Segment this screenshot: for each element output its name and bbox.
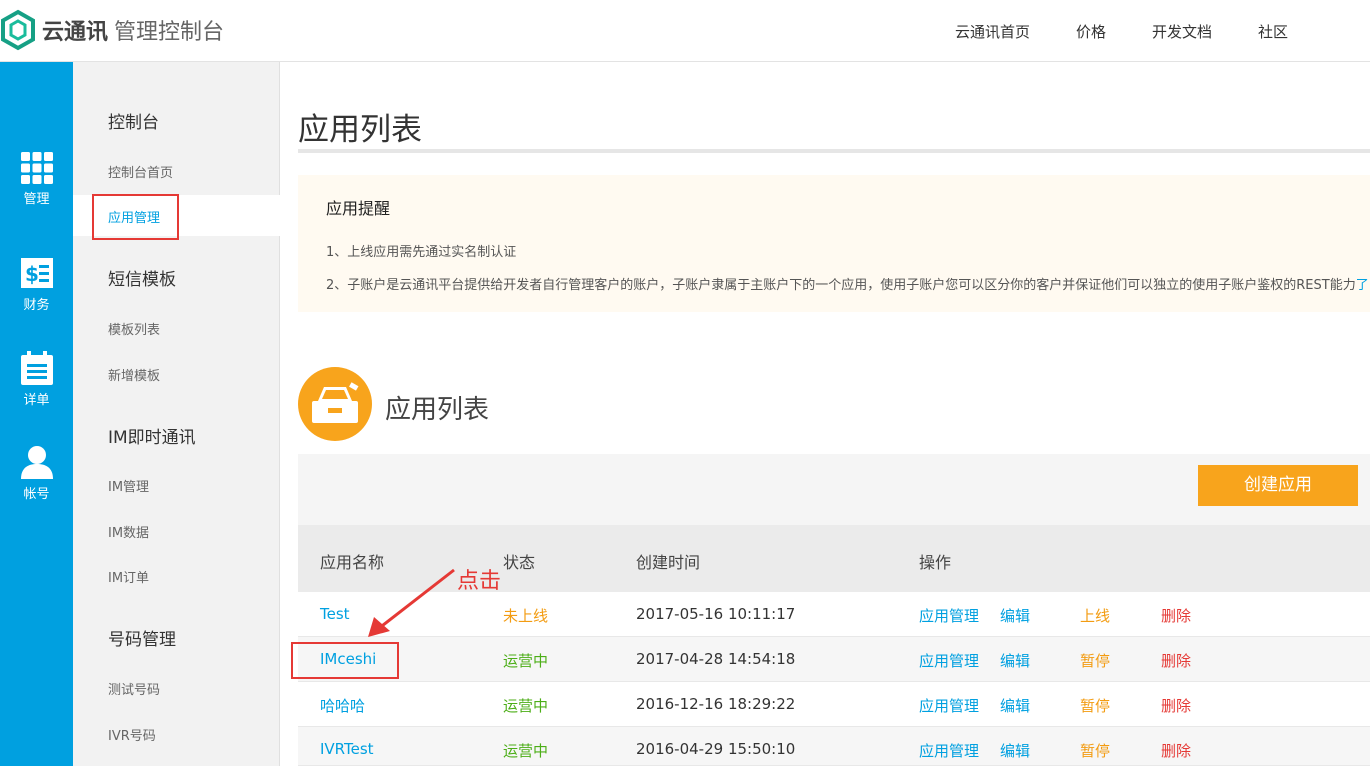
iconbar-item-detail[interactable]: 详单	[0, 351, 73, 437]
iconbar-label: 帐号	[23, 487, 50, 502]
iconbar-item-manage[interactable]: 管理	[0, 152, 73, 238]
app-manage-link[interactable]: 应用管理	[919, 740, 979, 761]
page-title: 应用列表	[298, 112, 422, 148]
grid-icon	[20, 152, 53, 184]
calendar-list-icon	[20, 351, 53, 385]
delete-link[interactable]: 删除	[1161, 650, 1191, 671]
hexagon-logo-icon	[1, 9, 35, 51]
table-row: IVRTest 运营中 2016-04-29 15:50:10 应用管理 编辑 …	[298, 727, 1370, 766]
app-list-icon	[298, 367, 372, 441]
iconbar-label: 详单	[23, 393, 50, 408]
delete-link[interactable]: 删除	[1161, 740, 1191, 761]
app-name-link[interactable]: 哈哈哈	[320, 695, 365, 716]
edit-link[interactable]: 编辑	[1000, 740, 1030, 761]
column-header-created: 创建时间	[636, 553, 701, 572]
sidebar-item-console-home[interactable]: 控制台首页	[108, 162, 173, 181]
app-manage-link[interactable]: 应用管理	[919, 605, 979, 626]
title-divider	[298, 149, 1370, 153]
delete-link[interactable]: 删除	[1161, 605, 1191, 626]
table-row: IMceshi 运营中 2017-04-28 14:54:18 应用管理 编辑 …	[298, 637, 1370, 682]
nav-pricing-link[interactable]: 价格	[1076, 21, 1106, 42]
sidebar-item-test-number[interactable]: 测试号码	[108, 679, 160, 698]
app-manage-link[interactable]: 应用管理	[919, 650, 979, 671]
app-manage-link[interactable]: 应用管理	[919, 695, 979, 716]
notice-line-2-text: 2、子账户是云通讯平台提供给开发者自行管理客户的账户，子账户隶属于主账户下的一个…	[326, 278, 1356, 293]
column-header-actions: 操作	[919, 553, 952, 572]
table-row: 哈哈哈 运营中 2016-12-16 18:29:22 应用管理 编辑 暂停 删…	[298, 682, 1370, 727]
sidebar-item-ivr-number[interactable]: IVR号码	[108, 725, 156, 744]
sidebar-item-im-manage[interactable]: IM管理	[108, 476, 149, 495]
created-time: 2016-04-29 15:50:10	[636, 740, 796, 758]
pause-link[interactable]: 暂停	[1080, 695, 1110, 716]
sidebar-item-im-data[interactable]: IM数据	[108, 522, 149, 541]
create-app-button[interactable]: 创建应用	[1198, 465, 1358, 506]
highlight-box-imceshi	[291, 642, 399, 679]
edit-link[interactable]: 编辑	[1000, 695, 1030, 716]
delete-link[interactable]: 删除	[1161, 695, 1191, 716]
nav-community-link[interactable]: 社区	[1258, 21, 1288, 42]
status-badge: 未上线	[503, 607, 549, 625]
brand-subtitle: 管理控制台	[114, 20, 225, 45]
sub-sidebar: 控制台 控制台首页 应用管理 短信模板 模板列表 新增模板 IM即时通讯 IM管…	[73, 62, 280, 766]
top-header: 云通讯 管理控制台 云通讯首页 价格 开发文档 社区	[0, 0, 1370, 62]
sidebar-section-sms-template: 短信模板	[108, 270, 176, 290]
app-name-link[interactable]: Test	[320, 605, 350, 623]
annotation-click-text: 点击	[457, 569, 502, 594]
iconbar-label: 管理	[23, 192, 50, 207]
sidebar-section-number-manage: 号码管理	[108, 630, 176, 650]
pause-link[interactable]: 暂停	[1080, 650, 1110, 671]
iconbar-item-account[interactable]: 帐号	[0, 445, 73, 531]
logo[interactable]: 云通讯 管理控制台	[0, 8, 224, 52]
created-time: 2017-05-16 10:11:17	[636, 605, 796, 623]
notice-line-2: 2、子账户是云通讯平台提供给开发者自行管理客户的账户，子账户隶属于主账户下的一个…	[326, 274, 1369, 293]
icon-sidebar: 管理 $ 财务 详单 帐号	[0, 62, 73, 766]
created-time: 2017-04-28 14:54:18	[636, 650, 796, 668]
app-name-link[interactable]: IVRTest	[320, 740, 374, 758]
pause-link[interactable]: 暂停	[1080, 740, 1110, 761]
app-list-title: 应用列表	[385, 395, 490, 425]
annotation-arrow-icon	[368, 568, 455, 637]
sidebar-section-console: 控制台	[108, 113, 159, 133]
status-badge: 运营中	[503, 652, 549, 670]
main-content: 应用列表 应用提醒 1、上线应用需先通过实名制认证 2、子账户是云通讯平台提供给…	[298, 62, 1370, 766]
status-badge: 运营中	[503, 697, 549, 715]
notice-learn-more-link[interactable]: 了	[1356, 278, 1369, 293]
edit-link[interactable]: 编辑	[1000, 605, 1030, 626]
column-header-status: 状态	[503, 553, 536, 572]
iconbar-item-finance[interactable]: $ 财务	[0, 258, 73, 344]
nav-home-link[interactable]: 云通讯首页	[955, 21, 1030, 42]
notice-line-1: 1、上线应用需先通过实名制认证	[326, 245, 517, 260]
sidebar-section-im: IM即时通讯	[108, 428, 196, 448]
sidebar-item-template-list[interactable]: 模板列表	[108, 319, 160, 338]
top-nav: 云通讯首页 价格 开发文档 社区	[909, 0, 1288, 62]
edit-link[interactable]: 编辑	[1000, 650, 1030, 671]
svg-text:$: $	[25, 262, 39, 286]
nav-docs-link[interactable]: 开发文档	[1152, 21, 1212, 42]
notice-title: 应用提醒	[326, 199, 391, 218]
sidebar-item-add-template[interactable]: 新增模板	[108, 365, 160, 384]
iconbar-label: 财务	[23, 298, 50, 313]
status-badge: 运营中	[503, 742, 549, 760]
bill-icon: $	[20, 258, 53, 288]
user-icon	[20, 446, 53, 479]
sidebar-item-im-orders[interactable]: IM订单	[108, 567, 149, 586]
notice-box: 应用提醒 1、上线应用需先通过实名制认证 2、子账户是云通讯平台提供给开发者自行…	[298, 175, 1370, 312]
highlight-box-app-manage	[92, 194, 179, 240]
brand-name: 云通讯	[42, 20, 109, 45]
go-online-link[interactable]: 上线	[1080, 605, 1110, 626]
created-time: 2016-12-16 18:29:22	[636, 695, 796, 713]
